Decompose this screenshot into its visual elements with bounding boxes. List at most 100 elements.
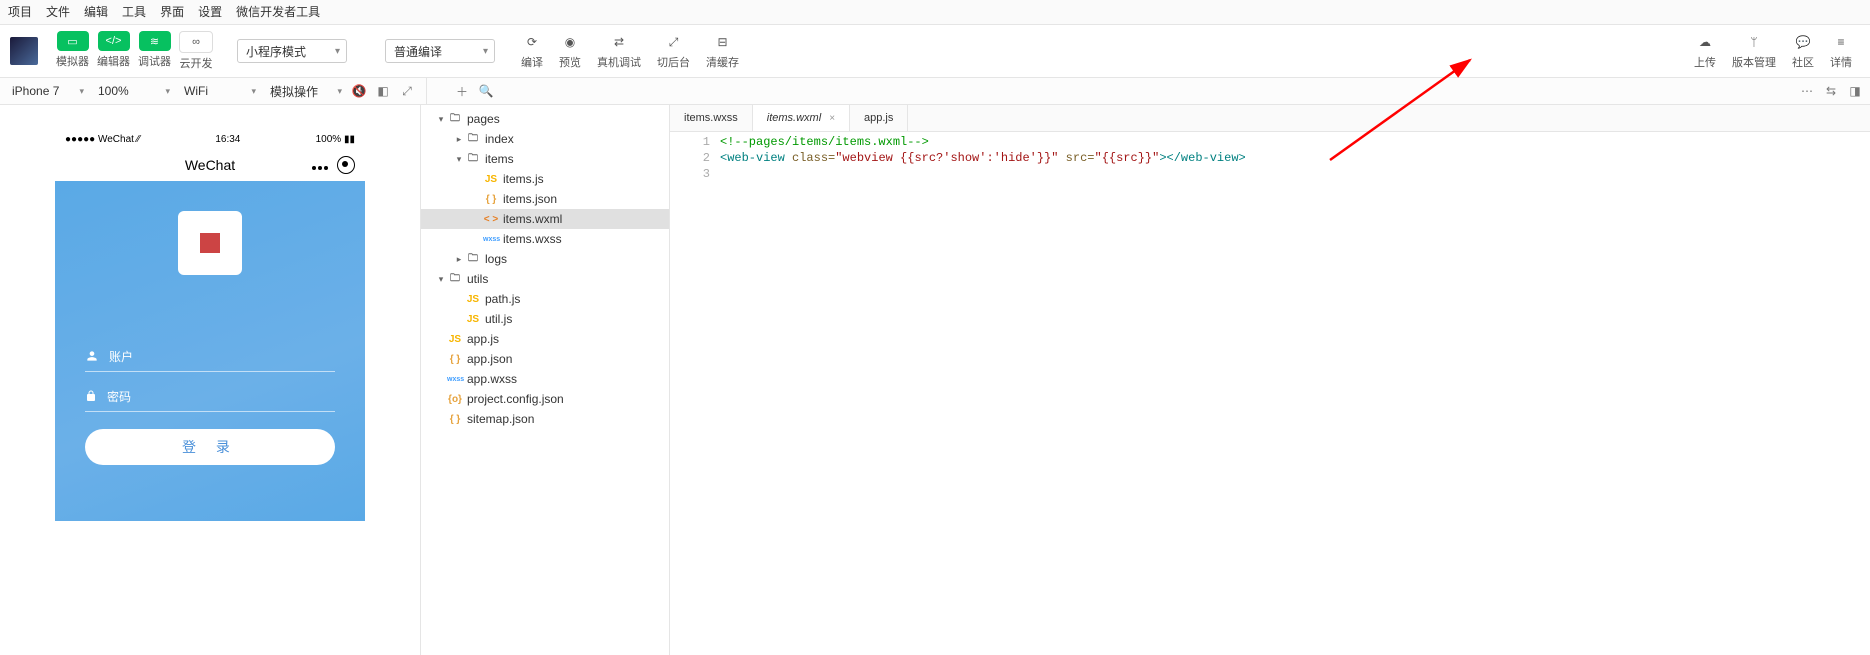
- tree-item-app-json[interactable]: { }app.json: [421, 349, 669, 369]
- mute-icon[interactable]: 🔇: [350, 82, 368, 100]
- file-explorer: ▾🗀pages▸🗀index▾🗀itemsJSitems.js{ }items.…: [421, 105, 670, 655]
- tree-item-app-wxss[interactable]: wxss app.wxss: [421, 369, 669, 389]
- tree-item-items[interactable]: ▾🗀items: [421, 149, 669, 169]
- tree-item-util-js[interactable]: JSutil.js: [421, 309, 669, 329]
- menu-file[interactable]: 文件: [46, 0, 70, 24]
- tree-item-items-wxss[interactable]: wxssitems.wxss: [421, 229, 669, 249]
- json-icon: { }: [447, 354, 463, 365]
- tree-item-items-wxml[interactable]: < > items.wxml: [421, 209, 669, 229]
- editor-button[interactable]: </>编辑器: [97, 31, 130, 71]
- network-select[interactable]: WiFi: [178, 81, 258, 101]
- phone-frame: ●●●●● WeChat ⁄⁄ 16:34 100% ▮▮ WeChat 账户: [55, 129, 365, 521]
- tree-label: items: [485, 152, 514, 166]
- capsule-menu-icon[interactable]: [311, 157, 329, 173]
- folder-icon: 🗀: [465, 131, 481, 148]
- menu-settings[interactable]: 设置: [198, 0, 222, 24]
- tree-item-utils[interactable]: ▾🗀utils: [421, 269, 669, 289]
- tree-label: utils: [467, 272, 488, 286]
- cloud-dev-button[interactable]: ∞云开发: [179, 31, 213, 71]
- simulator-subbar: iPhone 7 100% WiFi 模拟操作 🔇 ◧ ⤢ ＋ 🔍 ⋯ ⇆ ◨: [0, 78, 1870, 105]
- line-gutter: 123: [670, 134, 720, 655]
- json-icon: {o}: [447, 394, 463, 405]
- version-button[interactable]: ᛘ版本管理: [1732, 32, 1776, 70]
- simulator-pane: ●●●●● WeChat ⁄⁄ 16:34 100% ▮▮ WeChat 账户: [0, 105, 421, 655]
- menu-project[interactable]: 项目: [8, 0, 32, 24]
- tree-label: project.config.json: [467, 392, 564, 406]
- tree-item-sitemap-json[interactable]: { }sitemap.json: [421, 409, 669, 429]
- device-select[interactable]: iPhone 7: [6, 81, 86, 101]
- clear-cache-button[interactable]: ⊟清缓存: [706, 32, 739, 70]
- detail-button[interactable]: ≡详情: [1830, 32, 1852, 70]
- phone-nav-bar: WeChat: [55, 149, 365, 181]
- menu-edit[interactable]: 编辑: [84, 0, 108, 24]
- tree-label: items.json: [503, 192, 557, 206]
- popout-icon[interactable]: ⤢: [398, 82, 416, 100]
- file-tree: ▾🗀pages▸🗀index▾🗀itemsJSitems.js{ }items.…: [421, 105, 669, 655]
- community-button[interactable]: 💬社区: [1792, 32, 1814, 70]
- tree-label: items.wxml: [503, 212, 562, 226]
- split-icon[interactable]: ◧: [374, 82, 392, 100]
- tree-item-logs[interactable]: ▸🗀logs: [421, 249, 669, 269]
- account-field[interactable]: 账户: [85, 341, 335, 372]
- tree-item-items-json[interactable]: { } items.json: [421, 189, 669, 209]
- main-area: ●●●●● WeChat ⁄⁄ 16:34 100% ▮▮ WeChat 账户: [0, 105, 1870, 655]
- upload-button[interactable]: ☁上传: [1694, 32, 1716, 70]
- tree-item-items-js[interactable]: JS items.js: [421, 169, 669, 189]
- tab-items-wxss[interactable]: items.wxss: [670, 105, 753, 131]
- tree-label: pages: [467, 112, 500, 126]
- lock-icon: [85, 389, 97, 403]
- mock-select[interactable]: 模拟操作: [264, 81, 344, 101]
- collapse-icon[interactable]: ⇆: [1822, 82, 1840, 100]
- wxss-icon: wxss: [447, 376, 463, 383]
- tree-label: app.wxss: [467, 372, 517, 386]
- simulator-button[interactable]: ▭模拟器: [56, 31, 89, 71]
- tree-item-app-js[interactable]: JSapp.js: [421, 329, 669, 349]
- json-icon: { }: [483, 194, 499, 205]
- tree-item-project-config-json[interactable]: {o} project.config.json: [421, 389, 669, 409]
- switch-bg-button[interactable]: ⤢切后台: [657, 32, 690, 70]
- tab-items-wxml[interactable]: items.wxml×: [753, 105, 850, 131]
- app-mode-select[interactable]: 小程序模式: [237, 39, 347, 63]
- preview-button[interactable]: ◉预览: [559, 32, 581, 70]
- phone-time: 16:34: [215, 134, 240, 145]
- remote-debug-button[interactable]: ⇄真机调试: [597, 32, 641, 70]
- compile-button[interactable]: ⟳编译: [521, 32, 543, 70]
- user-avatar-icon: [178, 211, 242, 275]
- tree-label: index: [485, 132, 514, 146]
- menu-bar: 项目 文件 编辑 工具 界面 设置 微信开发者工具: [0, 0, 1870, 25]
- tree-label: util.js: [485, 312, 512, 326]
- person-icon: [85, 349, 99, 363]
- menu-interface[interactable]: 界面: [160, 0, 184, 24]
- wxss-icon: wxss: [483, 236, 499, 243]
- editor-pane: items.wxssitems.wxml×app.js 123 <!--page…: [670, 105, 1870, 655]
- search-icon[interactable]: 🔍: [477, 82, 495, 100]
- folder-icon: 🗀: [447, 271, 463, 288]
- menu-devtools[interactable]: 微信开发者工具: [236, 0, 320, 24]
- tree-label: logs: [485, 252, 507, 266]
- capsule-close-icon[interactable]: [337, 156, 355, 174]
- zoom-select[interactable]: 100%: [92, 81, 172, 101]
- code-area[interactable]: 123 <!--pages/items/items.wxml--> <web-v…: [670, 132, 1870, 655]
- project-avatar[interactable]: [10, 37, 38, 65]
- folder-icon: 🗀: [465, 151, 481, 168]
- phone-title: WeChat: [185, 157, 235, 173]
- debugger-button[interactable]: ≋调试器: [138, 31, 171, 71]
- tree-item-path-js[interactable]: JSpath.js: [421, 289, 669, 309]
- tree-item-pages[interactable]: ▾🗀pages: [421, 109, 669, 129]
- menu-tools[interactable]: 工具: [122, 0, 146, 24]
- js-icon: JS: [483, 174, 499, 185]
- compile-mode-select[interactable]: 普通编译: [385, 39, 495, 63]
- tree-label: items.js: [503, 172, 544, 186]
- wxml-icon: < >: [483, 214, 499, 225]
- dock-icon[interactable]: ◨: [1846, 82, 1864, 100]
- more-icon[interactable]: ⋯: [1798, 82, 1816, 100]
- password-field[interactable]: 密码: [85, 381, 335, 412]
- close-tab-icon[interactable]: ×: [829, 113, 835, 124]
- login-button[interactable]: 登 录: [85, 429, 335, 465]
- new-file-icon[interactable]: ＋: [453, 82, 471, 100]
- login-page: 账户 密码 登 录: [55, 181, 365, 521]
- tab-app-js[interactable]: app.js: [850, 105, 908, 131]
- folder-icon: 🗀: [447, 111, 463, 128]
- tree-item-index[interactable]: ▸🗀index: [421, 129, 669, 149]
- json-icon: { }: [447, 414, 463, 425]
